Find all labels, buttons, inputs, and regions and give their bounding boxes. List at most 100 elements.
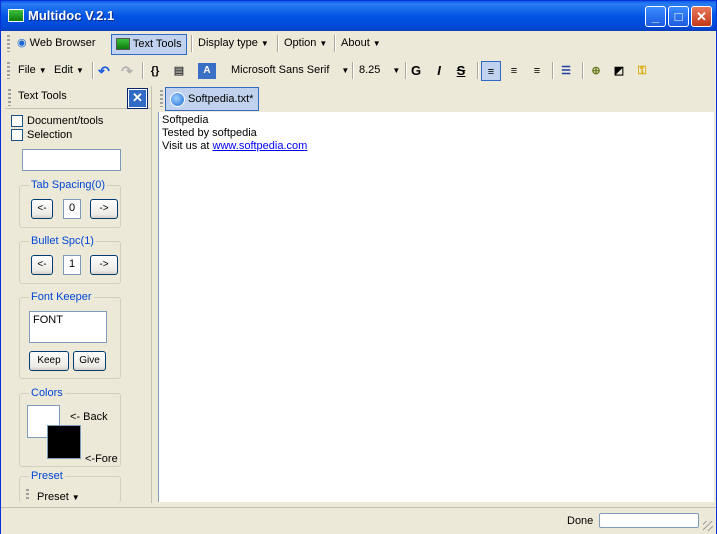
chevron-down-icon: ▼ [372, 39, 381, 48]
file-menu-label: File [18, 64, 36, 76]
redo-icon[interactable]: ↷ [117, 61, 137, 81]
document-tab-strip: Softpedia.txt* [158, 86, 714, 113]
bold-button[interactable]: G [406, 61, 426, 81]
visit-text: Visit us at [162, 140, 213, 152]
menu-web-browser-label: Web Browser [29, 37, 96, 49]
separator [552, 62, 554, 79]
italic-button[interactable]: I [429, 61, 449, 81]
fore-color-swatch[interactable] [47, 425, 81, 459]
text-editor[interactable]: Softpedia Tested by softpedia Visit us a… [158, 112, 714, 502]
tab-spacing-group: Tab Spacing(0) <- 0 -> [19, 179, 121, 228]
tab-spacing-title: Tab Spacing(0) [29, 179, 107, 191]
menu-option-label: Option [284, 37, 317, 49]
chevron-down-icon: ▼ [341, 66, 350, 75]
document-tab[interactable]: Softpedia.txt* [165, 87, 260, 111]
undo-icon[interactable]: ↶ [94, 61, 114, 81]
give-button[interactable]: Give [73, 351, 106, 371]
preset-dropdown[interactable]: Preset ▼ [37, 491, 80, 503]
font-size-value: 8.25 [359, 64, 381, 76]
preset-title: Preset [29, 470, 65, 482]
separator [142, 62, 144, 79]
chevron-down-icon: ▼ [260, 39, 269, 48]
separator [352, 62, 354, 79]
menu-about-label: About [341, 37, 370, 49]
status-progress-bar [599, 513, 699, 528]
align-left-icon[interactable]: ≡ [481, 61, 501, 81]
chevron-down-icon: ▼ [319, 39, 328, 48]
font-keeper-input[interactable]: FONT [29, 311, 107, 343]
editor-line: Tested by softpedia [162, 127, 257, 139]
format-toolbar: File ▼ Edit ▼ ↶ ↷ {} ▤ A Microsoft Sans Se… [5, 58, 714, 84]
menu-about[interactable]: About ▼ [337, 34, 385, 53]
close-icon[interactable]: ✕ [127, 88, 148, 109]
panel-grip[interactable] [8, 89, 11, 106]
bullet-spacing-value: 1 [63, 255, 81, 275]
app-window: Multidoc V.2.1 _ □ ✕ ◉ Web Browser Text … [0, 0, 717, 534]
menu-display-type-label: Display type [198, 37, 258, 49]
text-tools-panel: Text Tools ✕ Document/tools Selection Ta… [5, 86, 151, 503]
font-size-select[interactable]: 8.25 ▼ [355, 61, 404, 80]
editor-line: Softpedia [162, 114, 209, 126]
close-button[interactable]: ✕ [691, 6, 712, 27]
align-right-icon[interactable]: ≡ [527, 61, 547, 81]
strikethrough-button[interactable]: S [451, 61, 471, 81]
font-keeper-title: Font Keeper [29, 291, 94, 303]
braces-icon[interactable]: {} [145, 61, 165, 81]
softpedia-link[interactable]: www.softpedia.com [213, 140, 308, 152]
document-tools-option[interactable]: Document/tools [11, 114, 103, 128]
bullet-list-icon[interactable]: ☰ [556, 61, 576, 81]
preset-grip[interactable] [26, 489, 29, 501]
menu-display-type[interactable]: Display type ▼ [194, 34, 273, 53]
fore-color-label: <-Fore [85, 453, 118, 465]
chevron-down-icon: ▼ [38, 66, 47, 75]
document-tools-checkbox[interactable] [11, 115, 23, 128]
font-dialog-icon[interactable]: A [198, 63, 216, 79]
maximize-button[interactable]: □ [668, 6, 689, 27]
font-keeper-group: Font Keeper FONT Keep Give [19, 291, 121, 379]
window-title: Multidoc V.2.1 [28, 8, 115, 23]
text-tools-icon [116, 38, 130, 51]
panel-header: Text Tools ✕ [5, 86, 151, 109]
edit-menu[interactable]: Edit ▼ [50, 61, 88, 80]
menu-option[interactable]: Option ▼ [280, 34, 331, 53]
resize-grip[interactable] [703, 521, 713, 531]
separator [277, 35, 279, 52]
panel-splitter[interactable] [151, 86, 158, 503]
tab-spacing-value: 0 [63, 199, 81, 219]
tabstrip-grip[interactable] [160, 90, 163, 107]
title-bar[interactable]: Multidoc V.2.1 _ □ ✕ [1, 1, 716, 31]
document-tools-label: Document/tools [27, 115, 104, 127]
file-menu[interactable]: File ▼ [14, 61, 51, 80]
selection-option[interactable]: Selection [11, 128, 72, 142]
separator [477, 62, 479, 79]
bullet-spacing-title: Bullet Spc(1) [29, 235, 96, 247]
selection-checkbox[interactable] [11, 129, 23, 142]
keep-button[interactable]: Keep [29, 351, 69, 371]
font-name-value: Microsoft Sans Serif [231, 64, 330, 76]
preset-group: Preset Preset ▼ [19, 470, 121, 503]
colors-group: Colors <- Back <-Fore [19, 387, 121, 467]
app-icon [8, 9, 24, 22]
menu-web-browser[interactable]: ◉ Web Browser [13, 34, 100, 53]
chevron-down-icon: ▼ [75, 66, 84, 75]
toolbar-grip[interactable] [7, 62, 10, 79]
chevron-down-icon: ▼ [71, 493, 80, 502]
tab-spacing-decrease-button[interactable]: <- [31, 199, 53, 219]
toolbar-grip[interactable] [7, 35, 10, 52]
globe-icon: ◉ [17, 37, 27, 49]
minimize-button[interactable]: _ [645, 6, 666, 27]
color-picker-icon[interactable]: ◩ [609, 61, 629, 81]
separator [191, 35, 193, 52]
key-icon[interactable]: ⚿ [632, 61, 652, 81]
align-center-icon[interactable]: ≡ [504, 61, 524, 81]
document-settings-icon[interactable]: ▤ [169, 61, 189, 81]
selection-input[interactable] [22, 149, 121, 171]
find-icon[interactable]: ⊕ [586, 61, 606, 81]
tab-spacing-increase-button[interactable]: -> [90, 199, 118, 219]
bullet-spacing-increase-button[interactable]: -> [90, 255, 118, 275]
font-name-select[interactable]: Microsoft Sans Serif ▼ [227, 61, 353, 80]
bullet-spacing-decrease-button[interactable]: <- [31, 255, 53, 275]
menu-text-tools[interactable]: Text Tools [111, 34, 187, 55]
document-icon [170, 92, 185, 107]
menu-text-tools-label: Text Tools [132, 38, 182, 50]
